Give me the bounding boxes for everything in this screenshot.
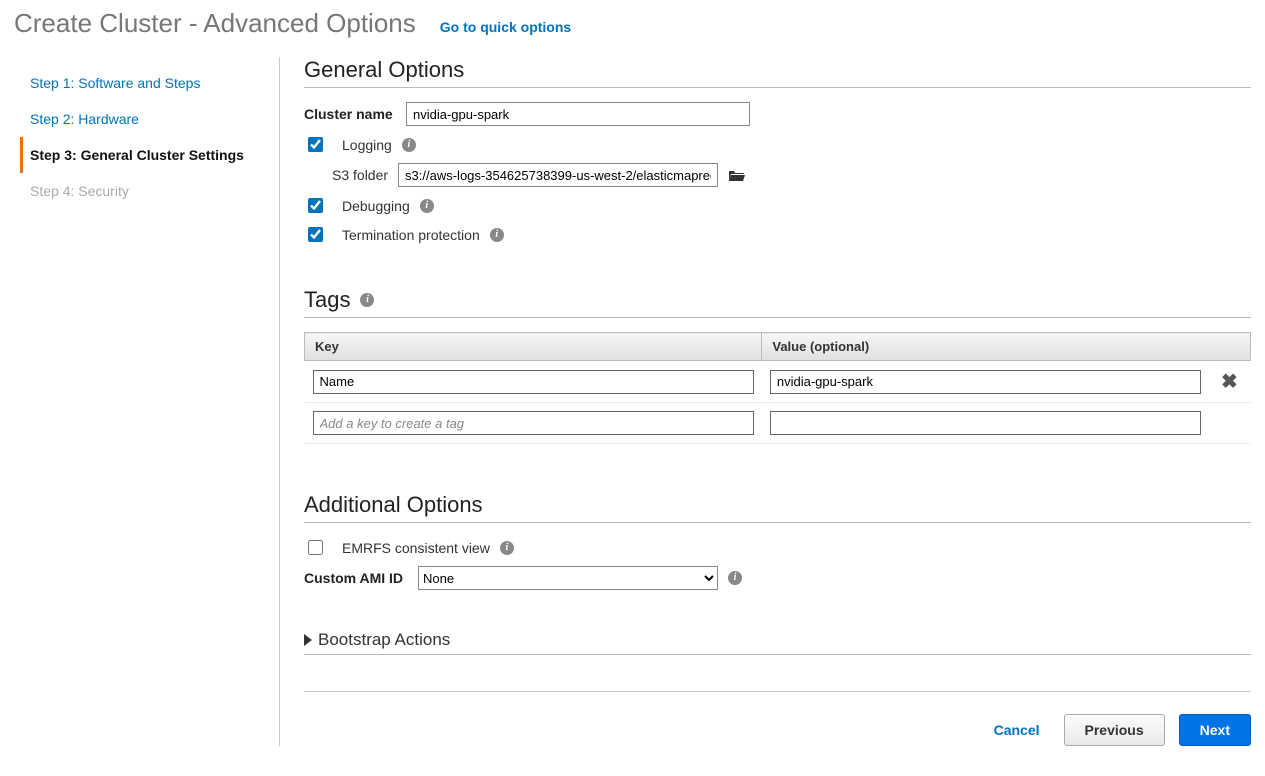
- tags-col-key: Key: [305, 333, 762, 361]
- emrfs-checkbox[interactable]: [308, 540, 323, 555]
- tags-col-value: Value (optional): [762, 333, 1251, 361]
- general-options-heading: General Options: [304, 57, 1251, 83]
- info-icon[interactable]: i: [728, 571, 742, 585]
- s3-folder-input[interactable]: [398, 163, 718, 187]
- steps-sidebar: Step 1: Software and Steps Step 2: Hardw…: [14, 57, 280, 746]
- logging-checkbox[interactable]: [308, 137, 323, 152]
- termination-protection-checkbox[interactable]: [308, 227, 323, 242]
- tag-key-add-input[interactable]: [313, 411, 754, 435]
- triangle-right-icon: [304, 634, 312, 646]
- emrfs-label: EMRFS consistent view: [342, 540, 490, 556]
- previous-button[interactable]: Previous: [1064, 714, 1165, 746]
- termination-protection-label: Termination protection: [342, 227, 480, 243]
- debugging-label: Debugging: [342, 198, 410, 214]
- tags-table: Key Value (optional) ✖: [304, 332, 1251, 444]
- step-1-software[interactable]: Step 1: Software and Steps: [20, 65, 279, 101]
- tags-heading: Tags i: [304, 287, 1251, 313]
- info-icon[interactable]: i: [420, 199, 434, 213]
- remove-tag-icon[interactable]: ✖: [1217, 371, 1242, 393]
- step-3-general[interactable]: Step 3: General Cluster Settings: [20, 137, 279, 173]
- next-button[interactable]: Next: [1179, 714, 1251, 746]
- table-row: [305, 403, 1251, 444]
- tag-value-add-input[interactable]: [770, 411, 1201, 435]
- go-to-quick-options-link[interactable]: Go to quick options: [440, 19, 571, 35]
- tag-value-input[interactable]: [770, 370, 1201, 394]
- bootstrap-actions-expander[interactable]: Bootstrap Actions: [304, 630, 1251, 655]
- additional-options-heading: Additional Options: [304, 492, 1251, 518]
- info-icon[interactable]: i: [402, 138, 416, 152]
- custom-ami-label: Custom AMI ID: [304, 570, 408, 586]
- table-row: ✖: [305, 361, 1251, 403]
- tag-key-input[interactable]: [313, 370, 754, 394]
- cluster-name-label: Cluster name: [304, 106, 396, 122]
- s3-folder-label: S3 folder: [332, 167, 388, 183]
- debugging-checkbox[interactable]: [308, 198, 323, 213]
- info-icon[interactable]: i: [360, 293, 374, 307]
- cancel-button[interactable]: Cancel: [984, 715, 1050, 745]
- page-title: Create Cluster - Advanced Options: [14, 8, 416, 39]
- folder-open-icon[interactable]: [728, 168, 746, 182]
- wizard-footer: Cancel Previous Next: [304, 691, 1251, 746]
- info-icon[interactable]: i: [490, 228, 504, 242]
- step-2-hardware[interactable]: Step 2: Hardware: [20, 101, 279, 137]
- custom-ami-select[interactable]: None: [418, 566, 718, 590]
- logging-label: Logging: [342, 137, 392, 153]
- step-4-security: Step 4: Security: [20, 173, 279, 209]
- cluster-name-input[interactable]: [406, 102, 750, 126]
- bootstrap-actions-label: Bootstrap Actions: [318, 630, 450, 650]
- info-icon[interactable]: i: [500, 541, 514, 555]
